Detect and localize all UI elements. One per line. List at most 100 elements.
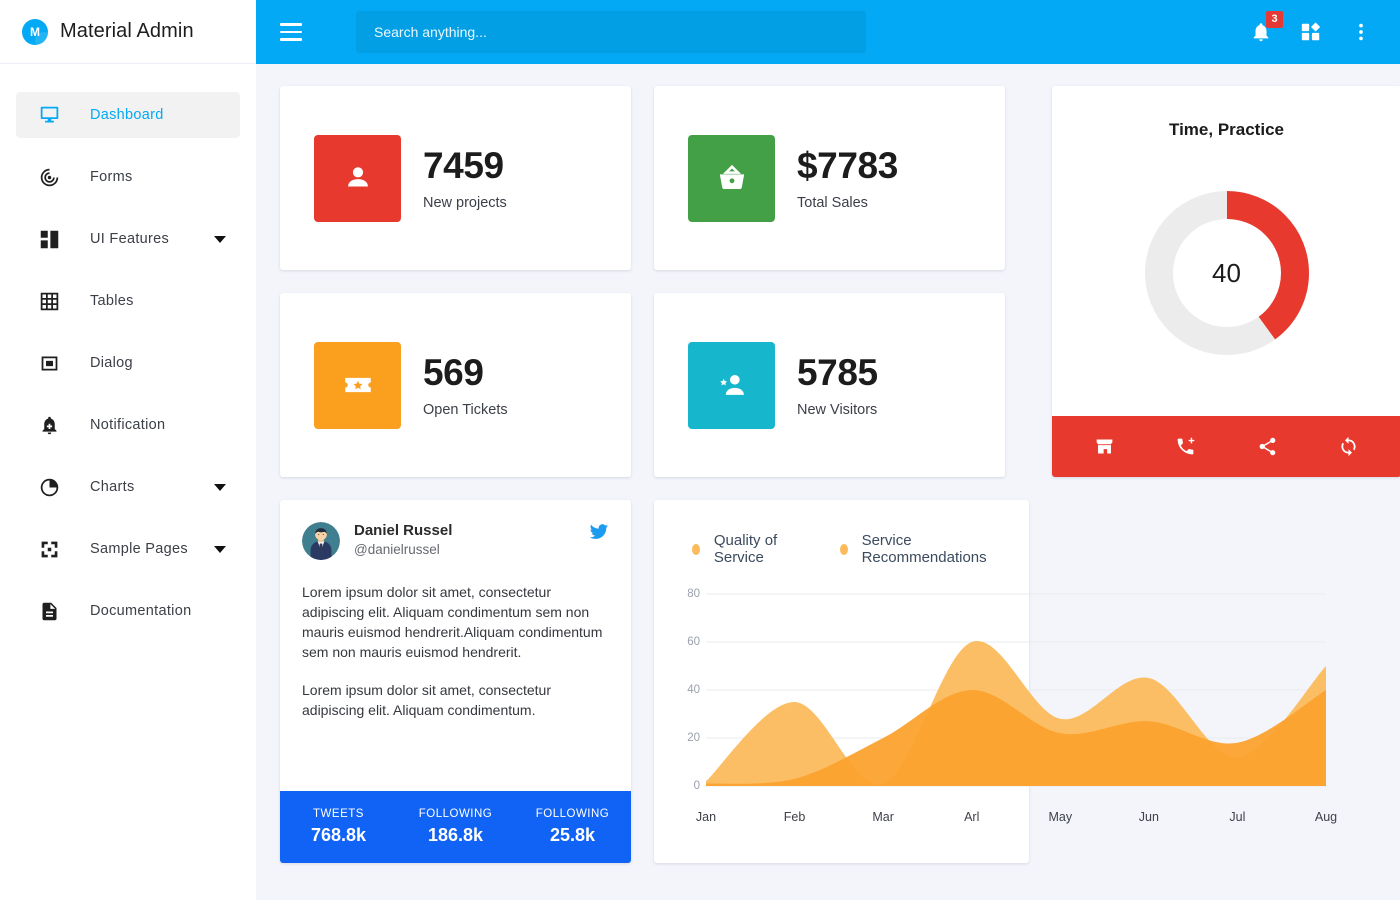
tweet-author-name: Daniel Russel <box>354 522 453 539</box>
tweet-card: Daniel Russel @danielrussel Lorem ipsum … <box>280 500 631 863</box>
chart-legend: Quality of Service Service Recommendatio… <box>678 522 1005 566</box>
tweet-stat[interactable]: FOLLOWING 186.8k <box>397 808 514 846</box>
stat-text: 5785 New Visitors <box>797 352 878 417</box>
tweet-stat-key: TWEETS <box>313 808 364 820</box>
sidebar-item-charts[interactable]: Charts <box>16 464 240 510</box>
chart-y-tick: 0 <box>693 780 700 792</box>
chart-y-tick: 80 <box>687 588 700 600</box>
fullscreen-icon <box>38 538 60 560</box>
sidebar-item-label: Dashboard <box>90 107 164 123</box>
chevron-down-icon[interactable] <box>214 545 226 553</box>
tweet-stat-key: FOLLOWING <box>418 808 493 820</box>
stat-row-2: 569 Open Tickets 5785 New Visitors <box>280 293 1029 477</box>
stat-value: 7459 <box>423 145 504 187</box>
sidebar-item-documentation[interactable]: Documentation <box>16 588 240 634</box>
twitter-bird-icon[interactable] <box>589 522 609 547</box>
stat-card-total-sales[interactable]: $7783 Total Sales <box>654 86 1005 270</box>
sidebar-item-label: UI Features <box>90 231 170 247</box>
stat-card-new-projects[interactable]: 7459 New projects <box>280 86 631 270</box>
brand-title: Material Admin <box>60 20 194 42</box>
chart-x-tick: Jan <box>695 810 717 824</box>
sidebar-item-forms[interactable]: Forms <box>16 154 240 200</box>
tweet-stat[interactable]: FOLLOWING 25.8k <box>514 808 631 846</box>
area-chart-card: Quality of Service Service Recommendatio… <box>654 500 1337 863</box>
stat-value: 5785 <box>797 352 878 394</box>
tweet-stat[interactable]: TWEETS 768.8k <box>280 808 397 846</box>
chart-x-tick: Aug <box>1314 810 1338 824</box>
legend-label: Quality of Service <box>713 532 778 566</box>
table-grid-icon <box>38 290 60 312</box>
sidebar-item-label: Notification <box>90 417 166 433</box>
tweet-author: Daniel Russel @danielrussel <box>354 522 452 557</box>
donut-chart-holder: 40 <box>1052 130 1400 416</box>
stat-card-open-tickets[interactable]: 569 Open Tickets <box>280 293 631 477</box>
chart-y-tick: 20 <box>687 732 700 744</box>
person-group-icon <box>314 134 401 222</box>
donut-chart[interactable]: 40 <box>1144 190 1310 356</box>
chevron-down-icon[interactable] <box>214 483 226 491</box>
sync-icon[interactable] <box>1333 432 1363 462</box>
sidebar-item-label: Charts <box>90 479 135 495</box>
stat-label: Total Sales <box>797 194 868 211</box>
desktop-icon <box>38 104 60 126</box>
chart-x-tick: Mar <box>872 810 894 824</box>
sidebar-item-label: Tables <box>90 293 134 309</box>
brand-header[interactable]: M Material Admin <box>0 0 256 64</box>
store-icon[interactable] <box>1090 432 1120 462</box>
chart-y-tick: 60 <box>687 636 700 648</box>
apps-grid-icon[interactable] <box>1298 19 1324 45</box>
stat-text: 7459 New projects <box>423 145 507 210</box>
sidebar-item-dashboard[interactable]: Dashboard <box>16 92 240 138</box>
dialog-box-icon <box>38 352 60 374</box>
chevron-down-icon[interactable] <box>214 235 226 243</box>
sidebar-item-label: Documentation <box>90 603 192 619</box>
tweet-paragraph-2: Lorem ipsum dolor sit amet, consectetur … <box>302 682 551 719</box>
stat-row-3: Daniel Russel @danielrussel Lorem ipsum … <box>280 500 1337 863</box>
top-navbar: 3 <box>256 0 1400 64</box>
grid-blocks-icon <box>38 228 60 250</box>
sidebar-item-label: Forms <box>90 169 133 185</box>
chart-x-tick: Jul <box>1229 810 1246 824</box>
pie-chart-icon <box>38 476 60 498</box>
stat-row-1: 7459 New projects $7783 Total Sales <box>280 86 1029 270</box>
share-icon[interactable] <box>1252 432 1282 462</box>
notification-badge: 3 <box>1266 11 1283 28</box>
tweet-header: Daniel Russel @danielrussel <box>280 500 631 560</box>
radio-wave-icon <box>38 166 60 188</box>
left-column: 7459 New projects $7783 Total Sales 569 … <box>280 86 1337 886</box>
add-call-icon[interactable] <box>1171 432 1201 462</box>
sidebar-item-dialog[interactable]: Dialog <box>16 340 240 386</box>
chart-x-tick: May <box>1048 810 1073 824</box>
chart-x-tick: Jun <box>1138 810 1159 824</box>
notifications-button[interactable]: 3 <box>1248 11 1283 45</box>
hamburger-icon[interactable] <box>271 12 311 52</box>
stat-label: New Visitors <box>797 401 878 418</box>
tweet-author-handle: @danielrussel <box>354 542 440 557</box>
stat-text: $7783 Total Sales <box>797 145 898 210</box>
legend-item[interactable]: Service Recommendations <box>839 532 991 566</box>
stat-card-new-visitors[interactable]: 5785 New Visitors <box>654 293 1005 477</box>
basket-icon <box>688 134 775 222</box>
avatar <box>302 522 340 560</box>
legend-color-swatch <box>839 543 848 555</box>
search-box[interactable] <box>356 11 866 53</box>
search-input[interactable] <box>356 24 866 40</box>
sidebar-item-notification[interactable]: Notification <box>16 402 240 448</box>
tweet-body: Lorem ipsum dolor sit amet, consectetur … <box>280 560 631 720</box>
bell-plus-icon <box>38 414 60 436</box>
tweet-paragraph-1: Lorem ipsum dolor sit amet, consectetur … <box>302 584 603 661</box>
sidebar-item-tables[interactable]: Tables <box>16 278 240 324</box>
chart-x-tick: Arl <box>964 810 980 824</box>
dashboard-grid: 7459 New projects $7783 Total Sales 569 … <box>280 86 1400 886</box>
more-vertical-icon[interactable] <box>1348 19 1374 45</box>
sidebar-item-sample-pages[interactable]: Sample Pages <box>16 526 240 572</box>
legend-item[interactable]: Quality of Service <box>692 532 798 566</box>
tweet-stat-value: 25.8k <box>549 825 596 845</box>
sidebar-item-ui-features[interactable]: UI Features <box>16 216 240 262</box>
